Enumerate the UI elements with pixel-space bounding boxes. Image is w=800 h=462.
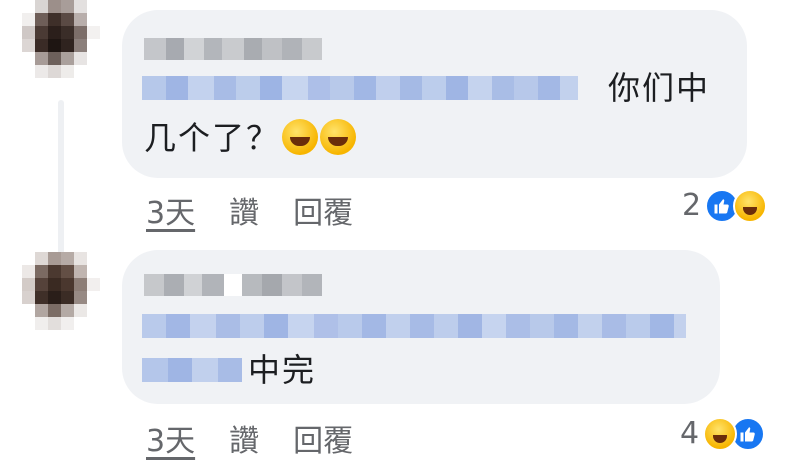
haha-icon [733,188,768,223]
comment-bubble: 你们中 几个了？ [122,10,747,178]
comment-text: 中完 [248,351,317,389]
comment-actions: 3天 讚 回覆 [146,416,353,460]
like-button[interactable]: 讚 [229,188,259,232]
reply-button[interactable]: 回覆 [293,188,353,232]
author-name-blurred[interactable] [144,38,322,60]
mention-blurred[interactable] [142,314,698,338]
comment-text: 几个了？ [144,119,281,157]
reaction-count: 4 [680,416,700,451]
reaction-summary[interactable]: 2 [682,188,768,223]
mention-blurred[interactable] [142,76,602,100]
comment-text-line: 几个了？ [144,118,357,158]
like-button[interactable]: 讚 [229,416,259,460]
timestamp-link[interactable]: 3天 [146,188,195,232]
comment-actions: 3天 讚 回覆 [146,188,353,232]
timestamp-link[interactable]: 3天 [146,416,195,460]
reaction-summary[interactable]: 4 [680,416,766,451]
rolling-on-floor-laughing-icon [320,119,357,155]
avatar[interactable] [22,252,100,330]
author-name-blurred[interactable] [144,274,322,296]
avatar[interactable] [22,0,100,78]
comment-bubble: 中完 [122,250,720,404]
haha-icon [703,416,738,451]
comment-text-line: 你们中 [608,69,711,107]
reply-button[interactable]: 回覆 [293,416,353,460]
mention-blurred[interactable] [142,358,242,382]
rolling-on-floor-laughing-icon [282,119,319,155]
reaction-count: 2 [682,188,702,223]
